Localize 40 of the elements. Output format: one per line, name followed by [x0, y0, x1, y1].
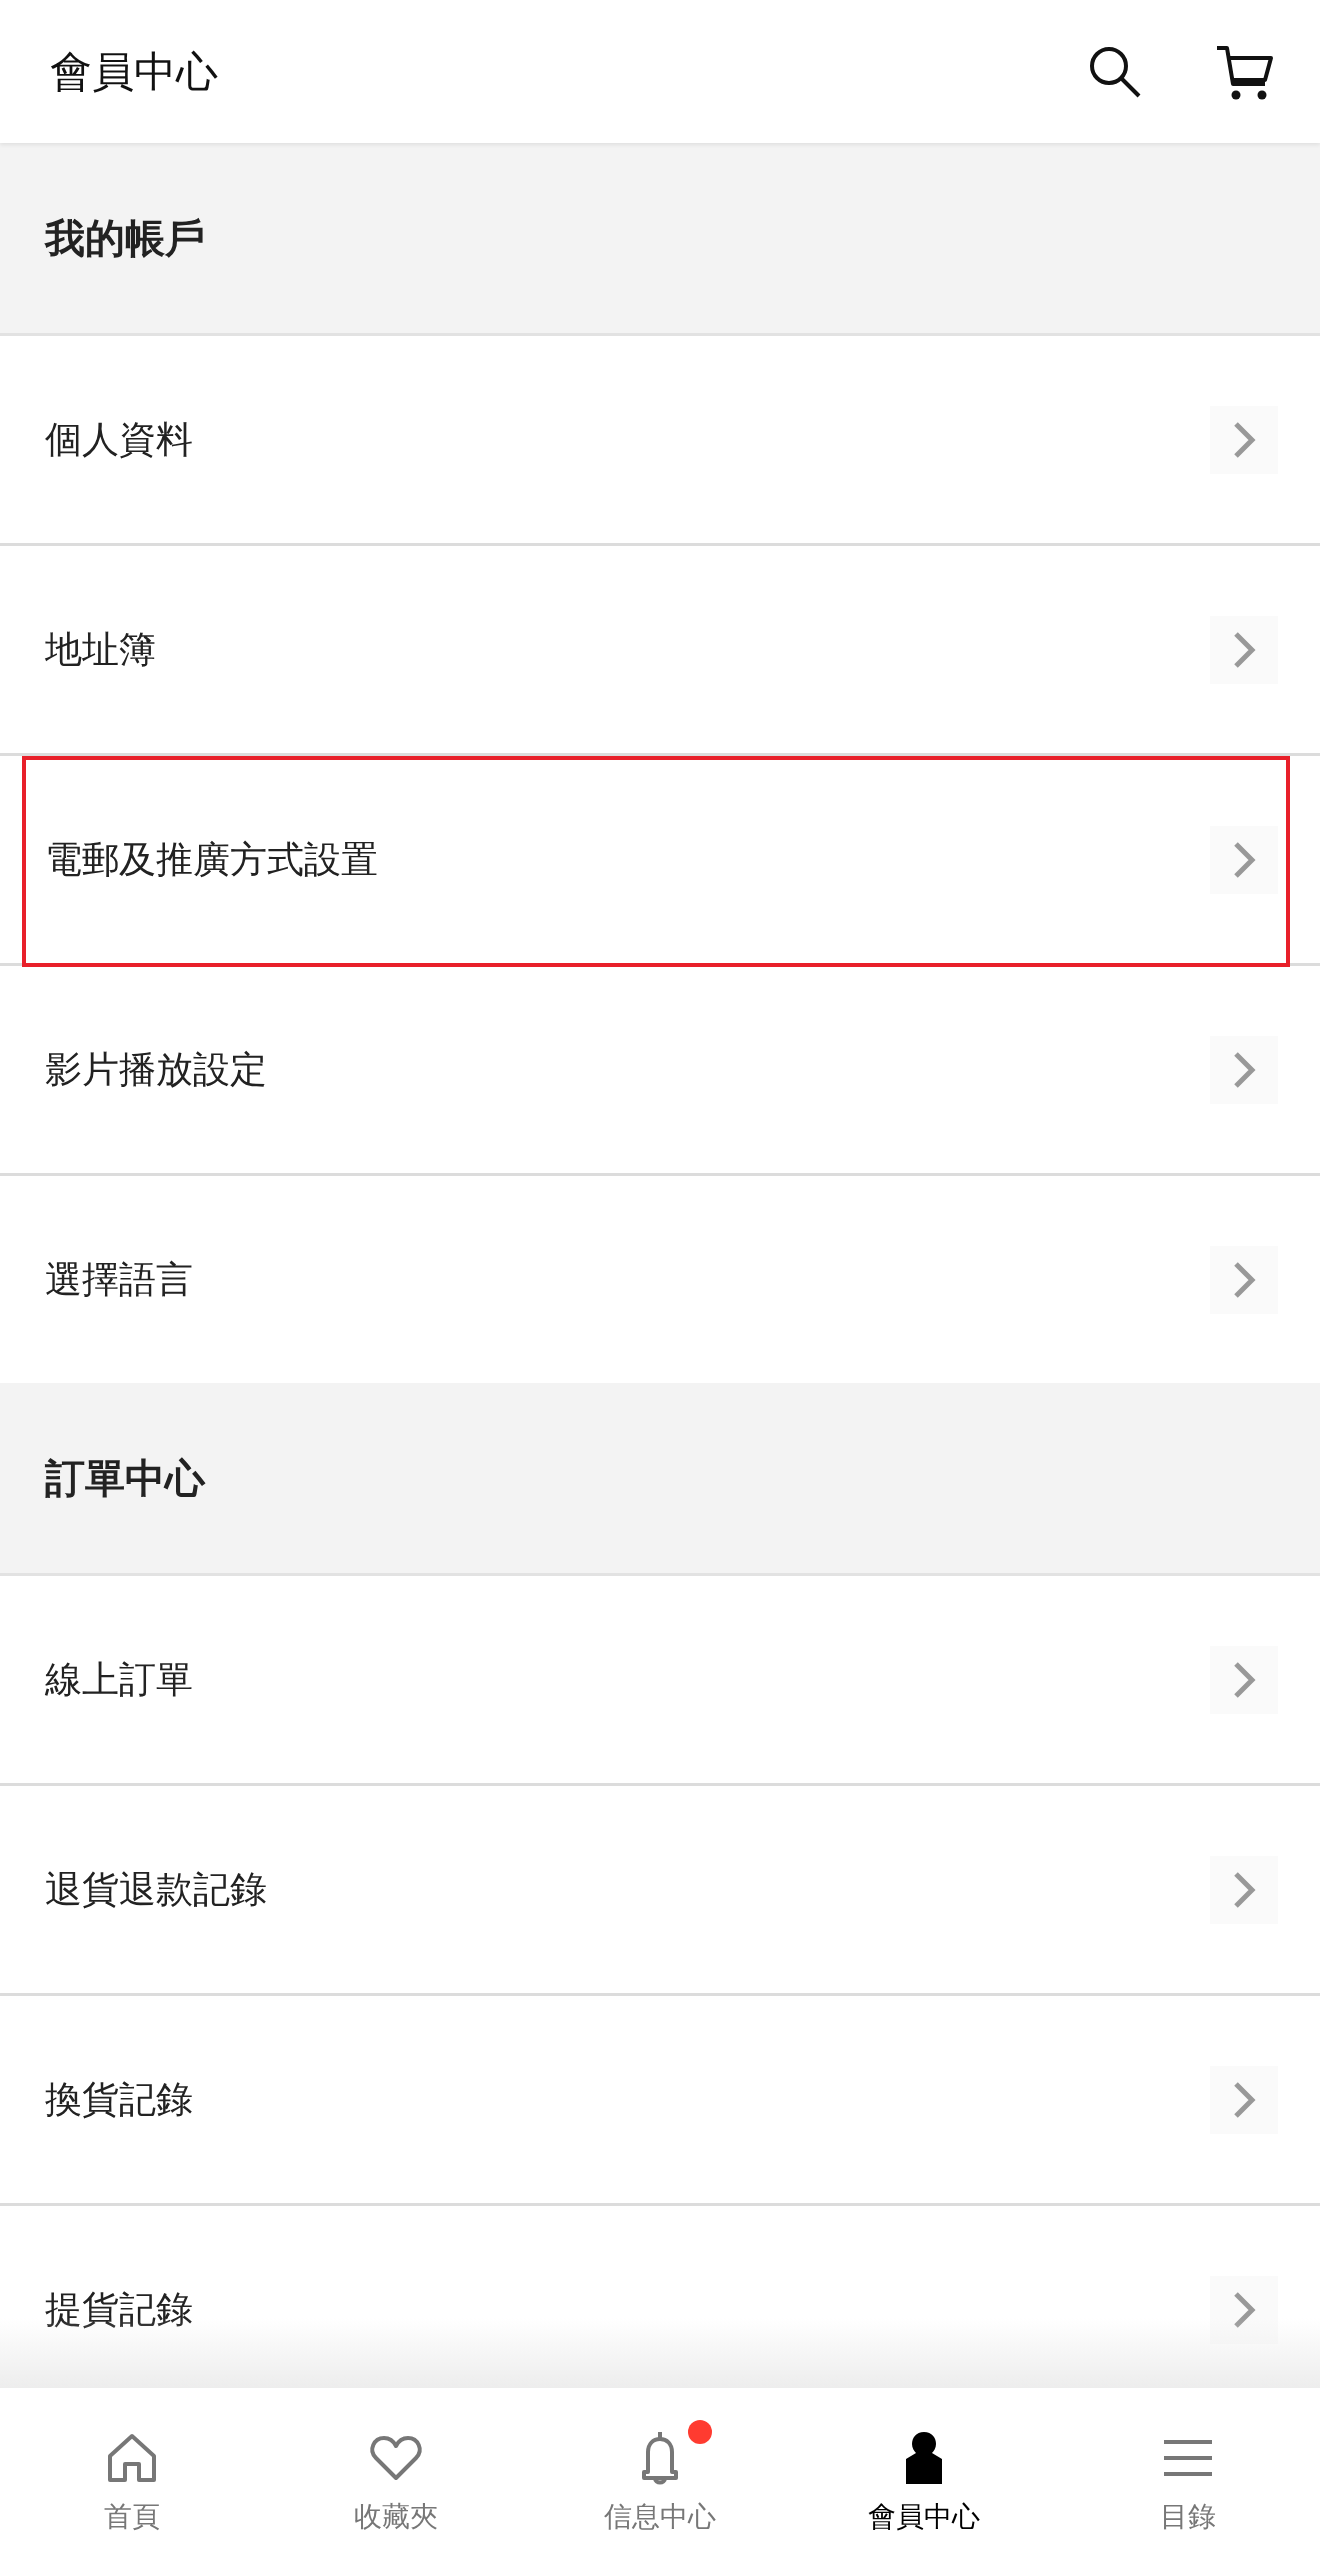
nav-label: 信息中心	[604, 2498, 716, 2535]
chevron-right-icon	[1210, 1035, 1278, 1104]
row-label: 線上訂單	[45, 1656, 194, 1703]
menu-row[interactable]: 影片播放設定	[0, 966, 1320, 1176]
row-label: 換貨記錄	[45, 2076, 194, 2123]
chevron-right-icon	[1210, 1245, 1278, 1314]
nav-tab[interactable]: 收藏夾	[264, 2388, 528, 2575]
nav-tab[interactable]: 信息中心	[528, 2388, 792, 2575]
section-title: 訂單中心	[45, 1453, 205, 1503]
nav-label: 首頁	[104, 2498, 160, 2535]
menu-row[interactable]: 地址簿	[0, 546, 1320, 756]
page-title: 會員中心	[50, 45, 219, 98]
menu-row[interactable]: 電郵及推廣方式設置	[0, 756, 1320, 966]
menu-row[interactable]: 選擇語言	[0, 1176, 1320, 1383]
row-label: 選擇語言	[45, 1256, 194, 1303]
nav-tab[interactable]: 首頁	[0, 2388, 264, 2575]
chevron-right-icon	[1210, 1645, 1278, 1714]
chevron-right-icon	[1210, 2065, 1278, 2134]
menu-row[interactable]: 提貨記錄	[0, 2206, 1320, 2388]
row-label: 影片播放設定	[45, 1046, 268, 1093]
row-label: 退貨退款記錄	[45, 1866, 268, 1913]
nav-tab[interactable]: 目錄	[1056, 2388, 1320, 2575]
row-label: 電郵及推廣方式設置	[45, 836, 379, 883]
chevron-right-icon	[1210, 2275, 1278, 2344]
chevron-right-icon	[1210, 825, 1278, 894]
menu-row[interactable]: 個人資料	[0, 336, 1320, 546]
menu-row[interactable]: 退貨退款記錄	[0, 1786, 1320, 1996]
section-title: 我的帳戶	[45, 213, 205, 263]
nav-label: 會員中心	[868, 2498, 980, 2535]
menu-row[interactable]: 換貨記錄	[0, 1996, 1320, 2206]
row-label: 地址簿	[45, 626, 157, 673]
row-label: 個人資料	[45, 416, 194, 463]
chevron-right-icon	[1210, 615, 1278, 684]
chevron-right-icon	[1210, 405, 1278, 474]
nav-tab[interactable]: 會員中心	[792, 2388, 1056, 2575]
nav-label: 收藏夾	[354, 2498, 438, 2535]
chevron-right-icon	[1210, 1855, 1278, 1924]
menu-row[interactable]: 線上訂單	[0, 1576, 1320, 1786]
nav-label: 目錄	[1160, 2498, 1216, 2535]
row-label: 提貨記錄	[45, 2286, 194, 2333]
